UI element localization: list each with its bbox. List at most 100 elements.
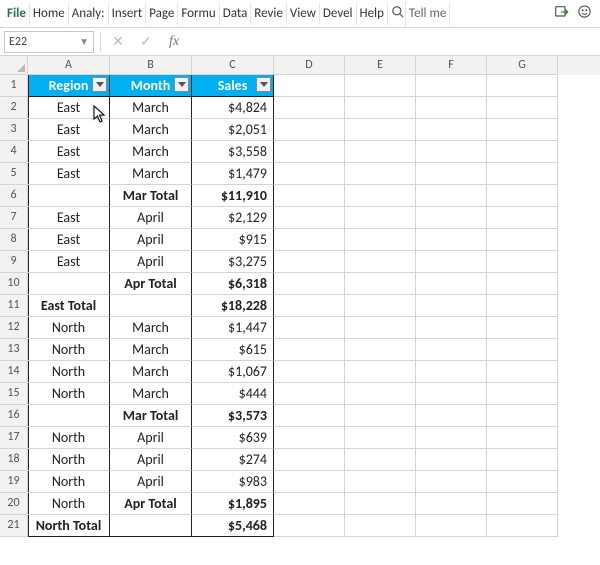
- cell[interactable]: [345, 493, 416, 515]
- ribbon-tab-file[interactable]: File: [4, 2, 30, 25]
- col-header-f[interactable]: F: [416, 56, 487, 75]
- cell-month[interactable]: March: [110, 97, 192, 119]
- cell[interactable]: [345, 427, 416, 449]
- cell[interactable]: [274, 361, 345, 383]
- cell-sales[interactable]: $274: [192, 449, 274, 471]
- cell[interactable]: [274, 75, 345, 97]
- cell-month[interactable]: March: [110, 339, 192, 361]
- formula-input[interactable]: [191, 32, 596, 52]
- cell[interactable]: [416, 251, 487, 273]
- cell[interactable]: [274, 273, 345, 295]
- cell[interactable]: [345, 405, 416, 427]
- cell-sales[interactable]: $3,558: [192, 141, 274, 163]
- cell[interactable]: [345, 119, 416, 141]
- col-header-a[interactable]: A: [28, 56, 110, 75]
- cell-region[interactable]: North: [28, 317, 110, 339]
- row-header[interactable]: 10: [0, 273, 28, 295]
- cell-sales[interactable]: $11,910: [192, 185, 274, 207]
- row-header[interactable]: 19: [0, 471, 28, 493]
- cell[interactable]: [487, 361, 558, 383]
- cell[interactable]: [274, 339, 345, 361]
- cell-region[interactable]: North: [28, 339, 110, 361]
- cell-month[interactable]: March: [110, 383, 192, 405]
- cell[interactable]: [345, 75, 416, 97]
- cell-sales[interactable]: $4,824: [192, 97, 274, 119]
- cell-sales[interactable]: $1,479: [192, 163, 274, 185]
- cell-month[interactable]: April: [110, 229, 192, 251]
- cell[interactable]: [274, 317, 345, 339]
- cell[interactable]: [416, 141, 487, 163]
- cell[interactable]: [487, 75, 558, 97]
- row-header[interactable]: 6: [0, 185, 28, 207]
- cell-region[interactable]: North: [28, 427, 110, 449]
- row-header[interactable]: 11: [0, 295, 28, 317]
- cell[interactable]: [345, 383, 416, 405]
- cell[interactable]: [487, 449, 558, 471]
- cell[interactable]: [416, 383, 487, 405]
- cell[interactable]: [416, 339, 487, 361]
- row-header[interactable]: 4: [0, 141, 28, 163]
- cell-month[interactable]: [110, 515, 192, 537]
- cell-sales[interactable]: $18,228: [192, 295, 274, 317]
- cell-region[interactable]: East: [28, 141, 110, 163]
- search-icon[interactable]: [388, 1, 406, 27]
- cell[interactable]: [345, 163, 416, 185]
- cell[interactable]: [345, 229, 416, 251]
- cell-sales[interactable]: $3,275: [192, 251, 274, 273]
- cell-sales[interactable]: $5,468: [192, 515, 274, 537]
- cell-region[interactable]: [28, 185, 110, 207]
- cell-region[interactable]: North: [28, 383, 110, 405]
- cell[interactable]: [487, 493, 558, 515]
- row-header[interactable]: 8: [0, 229, 28, 251]
- cell[interactable]: [416, 361, 487, 383]
- cell[interactable]: [416, 119, 487, 141]
- select-all-corner[interactable]: [0, 56, 28, 75]
- ribbon-tab-view[interactable]: View: [287, 2, 320, 25]
- cell-sales[interactable]: $2,051: [192, 119, 274, 141]
- cell-region[interactable]: East: [28, 119, 110, 141]
- cell[interactable]: [487, 471, 558, 493]
- cell[interactable]: [487, 119, 558, 141]
- cell[interactable]: [274, 449, 345, 471]
- table-header-a[interactable]: Region: [28, 75, 110, 97]
- share-icon[interactable]: [553, 4, 569, 24]
- cell[interactable]: [274, 207, 345, 229]
- cell[interactable]: [345, 185, 416, 207]
- cell-month[interactable]: March: [110, 361, 192, 383]
- cell[interactable]: [345, 449, 416, 471]
- cell-month[interactable]: [110, 295, 192, 317]
- row-header[interactable]: 17: [0, 427, 28, 449]
- cell-sales[interactable]: $1,895: [192, 493, 274, 515]
- cell-sales[interactable]: $1,067: [192, 361, 274, 383]
- ribbon-tab-review[interactable]: Revie: [251, 2, 287, 25]
- cell[interactable]: [274, 163, 345, 185]
- filter-button[interactable]: [92, 77, 107, 92]
- cell-region[interactable]: North: [28, 449, 110, 471]
- cell-region[interactable]: East: [28, 97, 110, 119]
- cell[interactable]: [487, 339, 558, 361]
- table-header-b[interactable]: Month: [110, 75, 192, 97]
- ribbon-tab-data[interactable]: Data: [220, 2, 252, 25]
- row-header[interactable]: 3: [0, 119, 28, 141]
- cell[interactable]: [487, 207, 558, 229]
- row-header[interactable]: 14: [0, 361, 28, 383]
- cell[interactable]: [487, 185, 558, 207]
- cell-sales[interactable]: $444: [192, 383, 274, 405]
- cell[interactable]: [416, 427, 487, 449]
- cell[interactable]: [345, 471, 416, 493]
- cell-region[interactable]: [28, 273, 110, 295]
- cell[interactable]: [274, 471, 345, 493]
- cell[interactable]: [345, 141, 416, 163]
- row-header[interactable]: 12: [0, 317, 28, 339]
- row-header[interactable]: 5: [0, 163, 28, 185]
- cell-month[interactable]: March: [110, 141, 192, 163]
- ribbon-tab-help[interactable]: Help: [357, 2, 388, 25]
- row-header[interactable]: 18: [0, 449, 28, 471]
- cell[interactable]: [416, 97, 487, 119]
- cell-region[interactable]: East: [28, 163, 110, 185]
- cell-month[interactable]: Mar Total: [110, 405, 192, 427]
- cell-month[interactable]: April: [110, 207, 192, 229]
- cell[interactable]: [345, 515, 416, 537]
- cell[interactable]: [274, 97, 345, 119]
- cell-month[interactable]: April: [110, 427, 192, 449]
